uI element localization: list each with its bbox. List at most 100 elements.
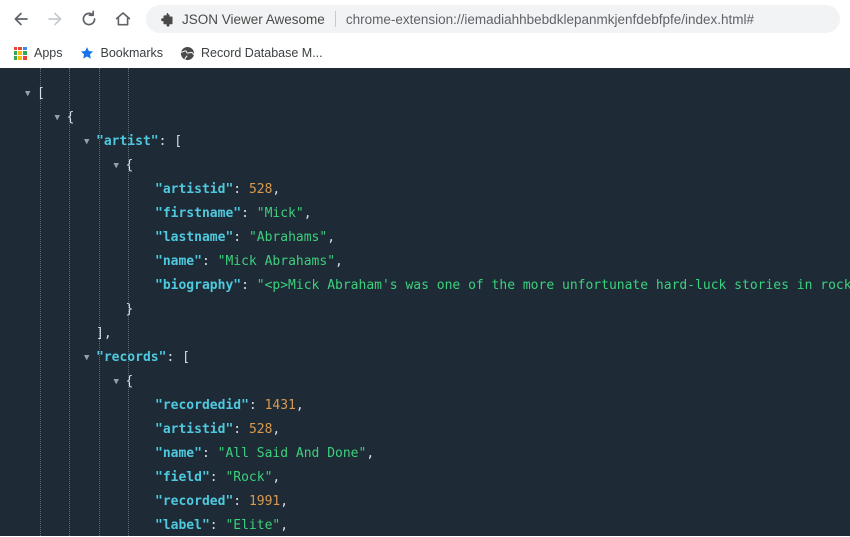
collapse-triangle-icon[interactable]: ▼ <box>114 154 126 178</box>
json-key-token: "label" <box>155 518 210 533</box>
json-line: "name": "All Said And Done", <box>0 442 850 466</box>
json-collapsible-line[interactable]: ▼ "records": [ <box>0 346 850 370</box>
url-text[interactable]: chrome-extension://iemadiahhbebdklepanmk… <box>346 12 830 27</box>
json-punct-token: : <box>233 494 249 509</box>
json-punct-token: : <box>166 350 183 365</box>
json-punct-token: : <box>233 182 249 197</box>
json-num-token: 1991 <box>248 494 281 509</box>
json-key-token: "firstname" <box>155 206 242 221</box>
bookmark-label: Bookmarks <box>100 46 164 60</box>
json-punct-token: , <box>366 446 375 461</box>
json-str-token: "Rock" <box>225 470 273 485</box>
json-collapsible-line[interactable]: ▼{ <box>0 106 850 130</box>
json-bracket-token: [ <box>174 134 183 149</box>
json-punct-token: , <box>280 518 289 533</box>
json-bracket-token: ], <box>96 326 112 341</box>
json-str-token: "Abrahams" <box>248 230 328 245</box>
json-line: "firstname": "Mick", <box>0 202 850 226</box>
address-bar[interactable]: JSON Viewer Awesome chrome-extension://i… <box>146 5 840 33</box>
json-punct-token: , <box>272 182 281 197</box>
json-num-token: 528 <box>248 422 273 437</box>
json-str-token: "All Said And Done" <box>217 446 367 461</box>
omnibox-divider <box>334 11 336 27</box>
json-punct-token: : <box>201 446 218 461</box>
json-bracket-token: } <box>125 302 134 317</box>
json-punct-token: : <box>233 422 249 437</box>
json-collapsible-line[interactable]: ▼{ <box>0 154 850 178</box>
globe-icon <box>179 45 195 61</box>
bookmark-item-apps[interactable]: Apps <box>8 41 71 65</box>
json-str-token: "<p>Mick Abraham's was one of the more u… <box>256 278 850 293</box>
json-bracket-token: { <box>125 158 134 173</box>
reload-button[interactable] <box>72 2 106 36</box>
json-key-token: "field" <box>155 470 210 485</box>
bookmark-label: Record Database M... <box>201 46 323 60</box>
json-str-token: "Elite" <box>225 518 281 533</box>
json-punct-token: , <box>280 494 289 509</box>
bookmark-item-record-database[interactable]: Record Database M... <box>175 41 331 65</box>
collapse-triangle-icon[interactable]: ▼ <box>55 106 67 130</box>
json-line: "artistid": 528, <box>0 418 850 442</box>
bookmarks-bar: Apps Bookmarks Record Database M... <box>0 38 850 68</box>
json-bracket-token: [ <box>182 350 190 365</box>
json-collapsible-line[interactable]: ▼[ <box>0 82 850 106</box>
json-line: "field": "Rock", <box>0 466 850 490</box>
json-bracket-token: [ <box>37 86 45 101</box>
json-punct-token: , <box>272 422 281 437</box>
json-key-token: "artistid" <box>155 422 234 437</box>
json-punct-token: , <box>272 470 281 485</box>
json-punct-token: : <box>201 254 218 269</box>
star-icon <box>79 45 95 61</box>
json-str-token: "Mick" <box>256 206 304 221</box>
json-line: "recordedid": 1431, <box>0 394 850 418</box>
json-viewer-content[interactable]: ▼[▼{▼ "artist": [▼{"artistid": 528, "first… <box>0 68 850 536</box>
bookmark-item-bookmarks[interactable]: Bookmarks <box>75 41 172 65</box>
json-key-token: "biography" <box>155 278 242 293</box>
json-punct-token: : <box>158 134 175 149</box>
json-key-token: "records" <box>96 350 167 365</box>
json-punct-token: , <box>327 230 336 245</box>
json-punct-token: : <box>233 230 249 245</box>
home-button[interactable] <box>106 2 140 36</box>
bookmark-label: Apps <box>34 46 63 60</box>
collapse-triangle-icon[interactable]: ▼ <box>84 346 96 370</box>
json-key-token: "name" <box>155 446 202 461</box>
json-punct-token: , <box>335 254 343 269</box>
json-key-token: "artistid" <box>155 182 234 197</box>
json-key-token: "name" <box>155 254 202 269</box>
json-line: "lastname": "Abrahams", <box>0 226 850 250</box>
json-collapsible-line[interactable]: ▼ "artist": [ <box>0 130 850 154</box>
json-collapsible-line[interactable]: ▼{ <box>0 370 850 394</box>
json-punct-token: : <box>209 518 226 533</box>
browser-toolbar: JSON Viewer Awesome chrome-extension://i… <box>0 0 850 38</box>
json-punct-token: , <box>295 398 304 413</box>
json-key-token: "artist" <box>96 134 159 149</box>
json-punct-token: : <box>209 470 226 485</box>
json-line: "recorded": 1991, <box>0 490 850 514</box>
back-button[interactable] <box>4 2 38 36</box>
json-line: "label": "Elite", <box>0 514 850 536</box>
extension-name: JSON Viewer Awesome <box>182 11 325 27</box>
json-key-token: "recorded" <box>155 494 234 509</box>
json-bracket-token: { <box>125 374 134 389</box>
json-num-token: 528 <box>248 182 273 197</box>
apps-grid-icon <box>12 45 28 61</box>
json-line: "name": "Mick Abrahams", <box>0 250 850 274</box>
browser-chrome: JSON Viewer Awesome chrome-extension://i… <box>0 0 850 69</box>
json-punct-token: , <box>303 206 312 221</box>
json-num-token: 1431 <box>264 398 296 413</box>
collapse-triangle-icon[interactable]: ▼ <box>114 370 126 394</box>
json-line: ], <box>0 322 850 346</box>
json-line: } <box>0 298 850 322</box>
extension-puzzle-icon <box>158 11 174 27</box>
collapse-triangle-icon[interactable]: ▼ <box>84 130 96 154</box>
json-key-token: "lastname" <box>155 230 234 245</box>
json-line: "artistid": 528, <box>0 178 850 202</box>
json-bracket-token: { <box>66 110 75 125</box>
json-punct-token: : <box>248 398 265 413</box>
json-punct-token: : <box>241 206 257 221</box>
collapse-triangle-icon[interactable]: ▼ <box>25 82 37 106</box>
forward-button[interactable] <box>38 2 72 36</box>
json-line: "biography": "<p>Mick Abraham's was one … <box>0 274 850 298</box>
json-str-token: "Mick Abrahams" <box>217 254 336 269</box>
